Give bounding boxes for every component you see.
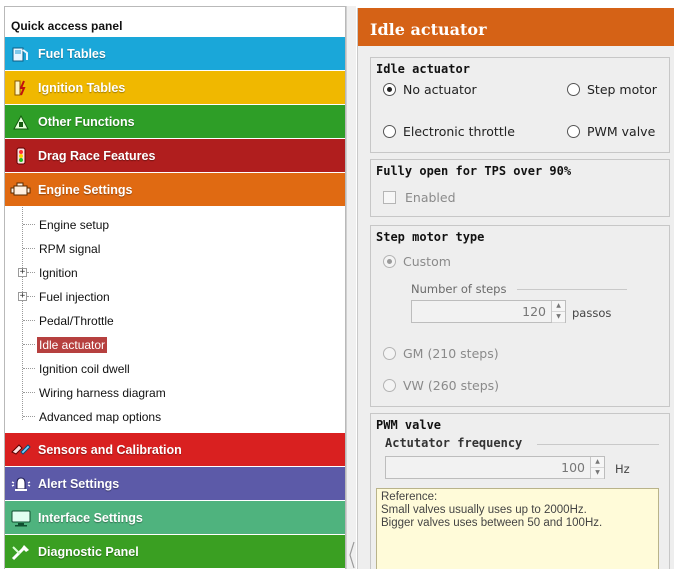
radio-icon bbox=[567, 125, 580, 138]
number-of-steps-label: Number of steps bbox=[411, 282, 507, 296]
category-sensors-and-calibration[interactable]: Sensors and Calibration bbox=[5, 433, 345, 467]
stepper-up-icon[interactable]: ▲ bbox=[552, 301, 565, 312]
alert-icon bbox=[10, 473, 32, 495]
category-label: Diagnostic Panel bbox=[38, 544, 139, 559]
tree-item-label: Pedal/Throttle bbox=[39, 314, 114, 328]
tree-item-label: Idle actuator bbox=[37, 337, 108, 353]
category-fuel-tables[interactable]: Fuel Tables bbox=[5, 37, 345, 71]
checkbox-label: Enabled bbox=[405, 190, 456, 205]
tree-connector-line bbox=[22, 207, 23, 420]
note-line: Bigger valves uses between 50 and 100Hz. bbox=[381, 517, 603, 529]
pwm-valve-group: PWM valve Actutator frequency 100 ▲ ▼ Hz… bbox=[370, 413, 670, 569]
radio-icon bbox=[383, 125, 396, 138]
divider bbox=[517, 289, 627, 290]
expand-icon[interactable]: + bbox=[18, 292, 27, 301]
interface-icon bbox=[10, 507, 32, 529]
radio-label: No actuator bbox=[403, 82, 477, 97]
stepper-down-icon[interactable]: ▼ bbox=[552, 312, 565, 323]
radio-icon bbox=[383, 347, 396, 360]
steps-unit: passos bbox=[572, 306, 612, 320]
category-interface-settings[interactable]: Interface Settings bbox=[5, 501, 345, 535]
radio-pwm-valve[interactable]: PWM valve bbox=[567, 124, 655, 139]
tps-fully-open-group: Fully open for TPS over 90% Enabled bbox=[370, 159, 670, 217]
stepper-down-icon[interactable]: ▼ bbox=[591, 468, 604, 479]
reference-note: Reference: Small valves usually uses up … bbox=[376, 488, 659, 569]
radio-electronic-throttle[interactable]: Electronic throttle bbox=[383, 124, 515, 139]
category-label: Sensors and Calibration bbox=[38, 442, 182, 457]
radio-step-motor[interactable]: Step motor bbox=[567, 82, 657, 97]
stepper-value: 120 bbox=[522, 304, 546, 319]
tree-item-label: Ignition coil dwell bbox=[39, 362, 130, 376]
panel-splitter[interactable] bbox=[346, 6, 356, 569]
diagnostic-icon bbox=[10, 541, 32, 563]
idle-actuator-group: Idle actuator No actuator Step motor Ele… bbox=[370, 57, 670, 153]
radio-icon bbox=[567, 83, 580, 96]
tree-item-label: Ignition bbox=[39, 266, 78, 280]
group-title: PWM valve bbox=[376, 418, 442, 432]
radio-label: Electronic throttle bbox=[403, 124, 515, 139]
radio-label: Custom bbox=[403, 254, 451, 269]
quick-access-title: Quick access panel bbox=[11, 19, 123, 33]
radio-gm-210[interactable]: GM (210 steps) bbox=[383, 346, 499, 361]
note-line: Small valves usually uses up to 2000Hz. bbox=[381, 504, 587, 516]
tree-item-label: RPM signal bbox=[39, 242, 101, 256]
tree-item-label: Engine setup bbox=[39, 218, 110, 232]
step-motor-type-group: Step motor type Custom Number of steps 1… bbox=[370, 225, 670, 407]
settings-panel: Idle actuator Idle actuator No actuator … bbox=[357, 8, 674, 569]
radio-custom[interactable]: Custom bbox=[383, 254, 451, 269]
category-label: Interface Settings bbox=[38, 510, 143, 525]
category-drag-race-features[interactable]: Drag Race Features bbox=[5, 139, 345, 173]
group-title: Idle actuator bbox=[376, 62, 470, 76]
category-label: Engine Settings bbox=[38, 182, 133, 197]
engine-settings-tree: Engine setup RPM signal + Ignition + Fue… bbox=[5, 207, 345, 433]
category-label: Drag Race Features bbox=[38, 148, 156, 163]
functions-icon bbox=[10, 111, 32, 133]
radio-label: PWM valve bbox=[587, 124, 656, 139]
divider bbox=[537, 444, 659, 445]
frequency-stepper[interactable]: 100 ▲ ▼ bbox=[385, 456, 605, 479]
fuel-icon bbox=[10, 43, 32, 65]
stepper-up-icon[interactable]: ▲ bbox=[591, 457, 604, 468]
radio-label: Step motor bbox=[587, 82, 657, 97]
panel-title: Idle actuator bbox=[358, 8, 674, 46]
enabled-checkbox[interactable]: Enabled bbox=[383, 190, 456, 205]
sensors-icon bbox=[10, 439, 32, 461]
expand-icon[interactable]: + bbox=[18, 268, 27, 277]
radio-selected-icon bbox=[383, 83, 396, 96]
tree-item-label: Wiring harness diagram bbox=[39, 386, 166, 400]
tree-item-label: Advanced map options bbox=[39, 410, 162, 424]
collapse-arrow-icon[interactable] bbox=[349, 540, 355, 569]
tree-item-label: Fuel injection bbox=[39, 290, 110, 304]
quick-access-panel: Quick access panel Fuel Tables Ignition … bbox=[4, 6, 346, 569]
category-label: Fuel Tables bbox=[38, 46, 106, 61]
frequency-label: Actutator frequency bbox=[385, 436, 523, 450]
frequency-unit: Hz bbox=[615, 462, 630, 476]
category-alert-settings[interactable]: Alert Settings bbox=[5, 467, 345, 501]
drag-race-icon bbox=[10, 145, 32, 167]
note-line: Reference: bbox=[381, 491, 438, 503]
radio-no-actuator[interactable]: No actuator bbox=[383, 82, 477, 97]
radio-icon bbox=[383, 379, 396, 392]
group-title: Fully open for TPS over 90% bbox=[376, 164, 572, 178]
radio-label: VW (260 steps) bbox=[403, 378, 500, 393]
category-engine-settings[interactable]: Engine Settings bbox=[5, 173, 345, 207]
ignition-icon bbox=[10, 77, 32, 99]
engine-icon bbox=[10, 179, 32, 201]
radio-label: GM (210 steps) bbox=[403, 346, 499, 361]
stepper-value: 100 bbox=[561, 460, 585, 475]
radio-selected-icon bbox=[383, 255, 396, 268]
category-other-functions[interactable]: Other Functions bbox=[5, 105, 345, 139]
group-title: Step motor type bbox=[376, 230, 485, 244]
category-ignition-tables[interactable]: Ignition Tables bbox=[5, 71, 345, 105]
category-label: Alert Settings bbox=[38, 476, 120, 491]
steps-stepper[interactable]: 120 ▲ ▼ bbox=[411, 300, 566, 323]
checkbox-icon bbox=[383, 191, 396, 204]
category-label: Ignition Tables bbox=[38, 80, 126, 95]
category-label: Other Functions bbox=[38, 114, 135, 129]
category-diagnostic-panel[interactable]: Diagnostic Panel bbox=[5, 535, 345, 569]
radio-vw-260[interactable]: VW (260 steps) bbox=[383, 378, 499, 393]
